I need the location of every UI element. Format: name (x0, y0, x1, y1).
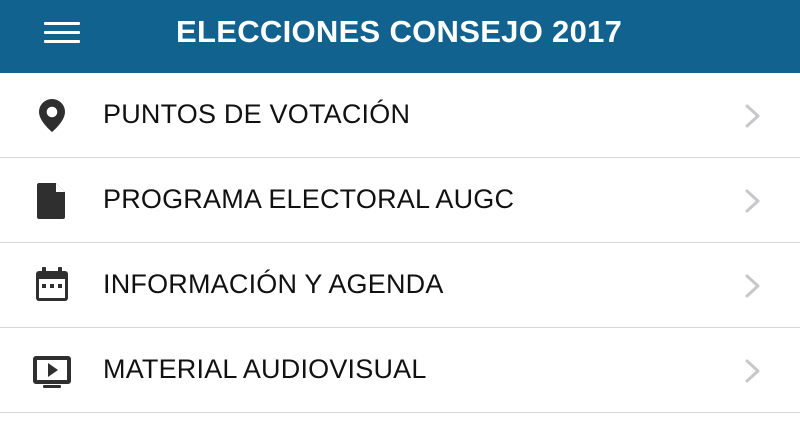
location-pin-icon (39, 99, 65, 132)
chevron-right-icon (745, 274, 760, 298)
menu-item-label: PUNTOS DE VOTACIÓN (103, 99, 411, 129)
menu-item-label: MATERIAL AUDIOVISUAL (103, 354, 427, 384)
menu-button[interactable] (40, 17, 84, 47)
menu-item-info-agenda[interactable]: INFORMACIÓN Y AGENDA (0, 243, 800, 328)
chevron-right-icon (745, 104, 760, 128)
chevron-right-icon (745, 189, 760, 213)
video-player-icon (33, 356, 71, 388)
menu-list: PUNTOS DE VOTACIÓN PROGRAMA ELECTORAL AU… (0, 73, 800, 413)
menu-item-label: PROGRAMA ELECTORAL AUGC (103, 184, 515, 214)
chevron-right-icon (745, 359, 760, 383)
menu-item-voting-points[interactable]: PUNTOS DE VOTACIÓN (0, 73, 800, 158)
app-screen: ELECCIONES CONSEJO 2017 PUNTOS DE VOTACI… (0, 0, 800, 422)
document-icon (37, 183, 65, 219)
page-title: ELECCIONES CONSEJO 2017 (176, 14, 623, 49)
calendar-icon (36, 267, 68, 301)
menu-item-label: INFORMACIÓN Y AGENDA (103, 269, 444, 299)
menu-item-electoral-program[interactable]: PROGRAMA ELECTORAL AUGC (0, 158, 800, 243)
app-header: ELECCIONES CONSEJO 2017 (0, 0, 800, 73)
menu-item-audiovisual[interactable]: MATERIAL AUDIOVISUAL (0, 328, 800, 413)
hamburger-menu-icon (44, 22, 80, 43)
